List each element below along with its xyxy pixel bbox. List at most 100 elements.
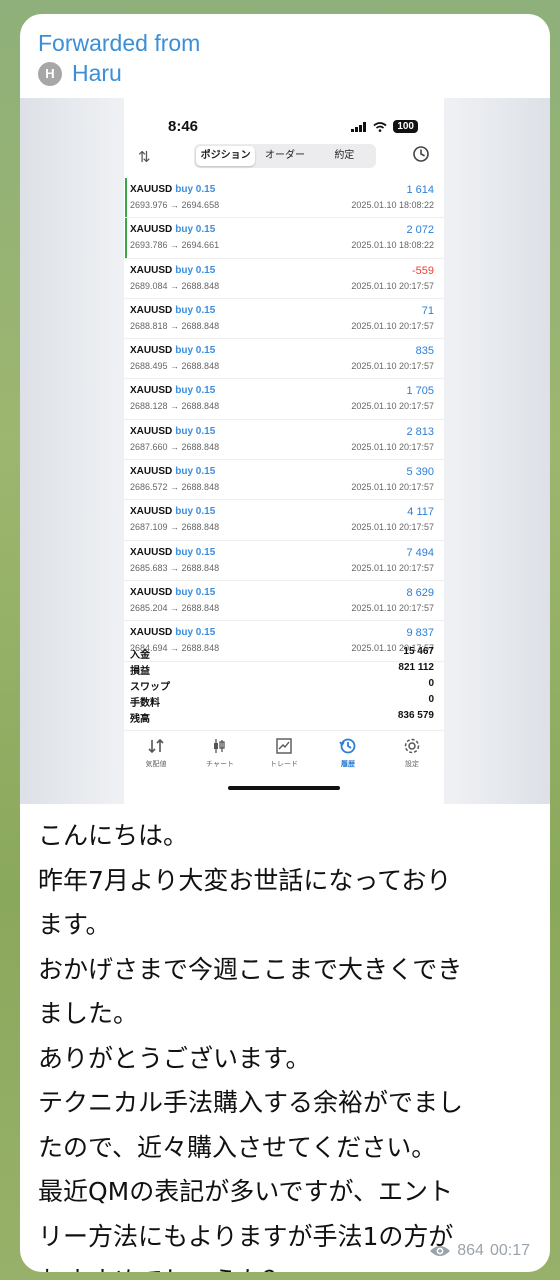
deal-row[interactable]: XAUUSD buy 0.15 2693.786 → 2694.661 2 072 20… (124, 218, 444, 259)
deal-profit: -559 (411, 264, 434, 277)
tab-chart[interactable]: チャート (188, 731, 252, 780)
deal-prices: 2688.128 → 2688.848 (130, 401, 220, 412)
deal-prices: 2693.976 → 2694.658 (130, 200, 220, 210)
status-time: 8:46 (168, 118, 199, 135)
side-label: buy 0.15 (175, 184, 216, 195)
message-line: おかげさまで今週ここまで大きくでき (38, 954, 463, 984)
summary-row: スワップ 0 (124, 676, 444, 693)
deal-date: 2025.01.10 20:17:57 (351, 602, 434, 613)
message-meta: 864 00:17 (429, 1242, 530, 1260)
deal-symbol: XAUUSD buy 0.15 (130, 265, 215, 276)
side-label: buy 0.15 (175, 466, 216, 478)
deal-prices: 2687.660 → 2688.848 (130, 441, 220, 452)
deal-list[interactable]: XAUUSD buy 0.15 2693.976 → 2694.658 1 614 20… (124, 178, 444, 662)
status-bar: 8:46 100 (124, 118, 444, 138)
deal-row[interactable]: XAUUSD buy 0.15 2688.128 → 2688.848 1 705 20… (124, 379, 444, 420)
tab-label: 履歴 (341, 760, 355, 768)
deal-date: 2025.01.10 20:17:57 (351, 320, 434, 331)
attached-screenshot[interactable]: 8:46 100 ⇅ ポジション オーダー 約定 XAUUSD buy 0.15… (20, 98, 550, 804)
deal-symbol: XAUUSD buy 0.15 (130, 547, 215, 558)
message-line: ます。 (38, 910, 111, 939)
symbol-label: XAUUSD (130, 627, 173, 639)
summary-label: 入金 (130, 650, 150, 661)
deal-prices: 2685.683 → 2688.848 (130, 562, 220, 573)
deal-date: 2025.01.10 20:17:57 (351, 562, 434, 573)
deal-symbol: XAUUSD buy 0.15 (130, 426, 215, 437)
deal-profit: 9 837 (406, 627, 434, 640)
summary-row: 入金 15 467 (124, 644, 444, 661)
deal-profit: 71 (421, 304, 434, 317)
symbol-label: XAUUSD (130, 184, 173, 195)
deal-profit: 1 705 (406, 385, 434, 398)
deal-prices: 2686.572 → 2688.848 (130, 482, 220, 493)
tab-settings[interactable]: 設定 (380, 731, 444, 780)
deal-profit: 2 813 (406, 425, 434, 438)
message-line: テクニカル手法購入する余裕がでまし (38, 1088, 464, 1117)
sort-icon[interactable]: ⇅ (138, 148, 151, 166)
summary-value: 0 (428, 694, 434, 705)
deal-row[interactable]: XAUUSD buy 0.15 2686.572 → 2688.848 5 390 20… (124, 460, 444, 501)
deal-prices: 2687.109 → 2688.848 (130, 522, 220, 533)
side-label: buy 0.15 (175, 304, 216, 316)
side-label: buy 0.15 (175, 586, 216, 598)
tab-label: 気配値 (145, 760, 167, 768)
deal-symbol: XAUUSD buy 0.15 (130, 466, 215, 477)
deal-row[interactable]: XAUUSD buy 0.15 2685.683 → 2688.848 7 494 20… (124, 541, 444, 581)
status-icons: 100 (351, 120, 418, 133)
tab-orders[interactable]: オーダー (255, 146, 314, 166)
clock-icon[interactable] (412, 145, 430, 163)
forward-header[interactable]: Forwarded from H Haru (38, 28, 200, 87)
symbol-label: XAUUSD (130, 425, 173, 437)
deal-profit: 5 390 (406, 466, 434, 479)
side-label: buy 0.15 (175, 224, 216, 236)
summary-label: 手数料 (130, 698, 160, 709)
phone-screen: 8:46 100 ⇅ ポジション オーダー 約定 XAUUSD buy 0.15… (124, 98, 444, 804)
deal-date: 2025.01.10 20:17:57 (351, 522, 434, 533)
eye-icon (430, 1246, 451, 1256)
tab-deals[interactable]: 約定 (315, 146, 374, 166)
chart-icon (188, 737, 252, 757)
summary-row: 損益 821 112 (124, 660, 444, 677)
side-label: buy 0.15 (175, 345, 216, 357)
deal-symbol: XAUUSD buy 0.15 (130, 305, 215, 316)
forward-user[interactable]: H Haru (38, 60, 200, 87)
toolbar: ⇅ ポジション オーダー 約定 (124, 144, 444, 172)
wifi-icon (373, 121, 387, 132)
tab-quotes[interactable]: 気配値 (124, 731, 188, 780)
tab-history[interactable]: 履歴 (316, 731, 380, 780)
tab-label: トレード (270, 760, 298, 768)
deal-symbol: XAUUSD buy 0.15 (130, 345, 215, 356)
tab-trade[interactable]: トレード (252, 731, 316, 780)
message-line: たので、近々購入させてください。 (38, 1132, 437, 1162)
deal-row[interactable]: XAUUSD buy 0.15 2687.660 → 2688.848 2 813 20… (124, 420, 444, 461)
settings-icon (380, 737, 444, 757)
tab-positions[interactable]: ポジション (196, 146, 256, 166)
forward-name[interactable]: Haru (72, 60, 122, 87)
symbol-label: XAUUSD (130, 264, 173, 276)
summary-row: 手数料 0 (124, 692, 444, 709)
symbol-label: XAUUSD (130, 466, 173, 478)
symbol-label: XAUUSD (130, 345, 173, 357)
deal-row[interactable]: XAUUSD buy 0.15 2685.204 → 2688.848 8 629 20… (124, 581, 444, 622)
tab-label: チャート (206, 760, 234, 768)
summary-value: 836 579 (397, 710, 434, 721)
history-icon (316, 737, 380, 757)
deal-row[interactable]: XAUUSD buy 0.15 2688.495 → 2688.848 835 2025… (124, 339, 444, 380)
message-line: ました。 (38, 999, 139, 1028)
avatar[interactable]: H (38, 61, 62, 86)
deal-symbol: XAUUSD buy 0.15 (130, 224, 215, 235)
history-segment: ポジション オーダー 約定 (194, 144, 376, 168)
deal-date: 2025.01.10 20:17:57 (351, 280, 434, 291)
deal-row[interactable]: XAUUSD buy 0.15 2687.109 → 2688.848 4 117 20… (124, 500, 444, 541)
forward-title: Forwarded from (38, 30, 201, 56)
deal-row[interactable]: XAUUSD buy 0.15 2693.976 → 2694.658 1 614 20… (124, 178, 444, 219)
deal-date: 2025.01.10 20:17:57 (351, 441, 434, 452)
deal-row[interactable]: XAUUSD buy 0.15 2688.818 → 2688.848 71 2025.… (124, 299, 444, 340)
battery-icon: 100 (393, 120, 418, 133)
summary-value: 0 (428, 678, 434, 689)
message-line: おすすめでしょうか？ (38, 1259, 538, 1272)
deal-symbol: XAUUSD buy 0.15 (130, 587, 215, 598)
home-indicator (228, 786, 340, 790)
deal-prices: 2688.818 → 2688.848 (130, 320, 220, 331)
deal-row[interactable]: XAUUSD buy 0.15 2689.084 → 2688.848 -559 202… (124, 259, 444, 299)
